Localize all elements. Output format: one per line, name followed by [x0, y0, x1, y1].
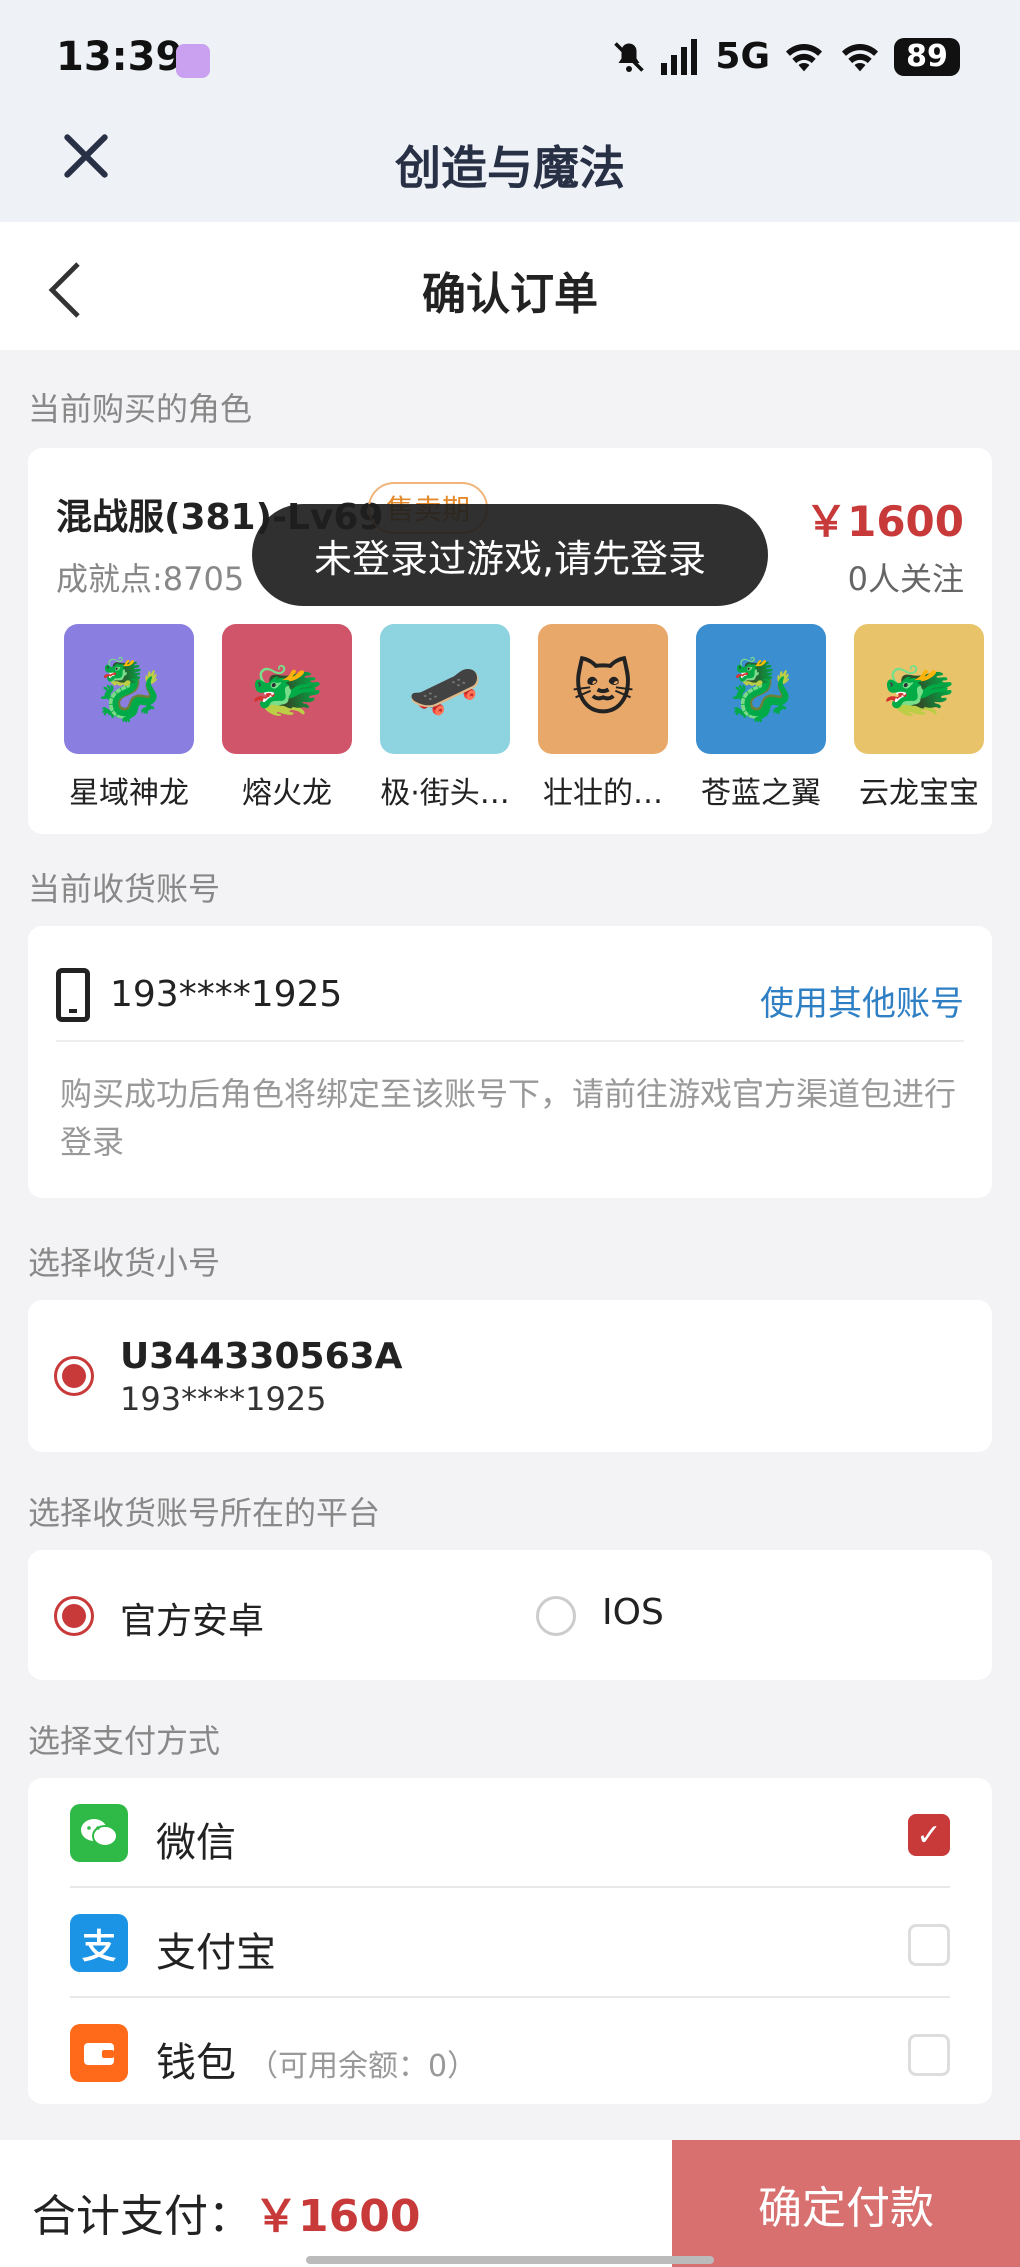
platform-ios-radio[interactable] [536, 1596, 576, 1636]
pet-item[interactable]: 🐱 壮壮的… [530, 624, 676, 812]
mute-bell-icon [614, 41, 645, 72]
account-row: 193****1925 使用其他账号 [56, 946, 964, 1042]
pet-name: 极·街头… [380, 776, 510, 811]
use-other-account-link[interactable]: 使用其他账号 [760, 976, 964, 1025]
pet-image-skateboard: 🛹 [380, 624, 510, 754]
wechat-icon [70, 1804, 128, 1862]
confirm-pay-button[interactable]: 确定付款 [672, 2140, 1020, 2267]
total-price: ￥1600 [254, 2191, 421, 2242]
sub-account-phone: 193****1925 [120, 1380, 327, 1418]
sub-account-card[interactable]: U344330563A 193****1925 [28, 1300, 992, 1452]
payment-label: 钱包 （可用余额：0） [156, 2030, 477, 2088]
app-bar: 创造与魔法 [0, 110, 1020, 222]
payment-name: 钱包 [156, 2040, 236, 2086]
pet-image-cat: 🐱 [538, 624, 668, 754]
payment-option-wallet[interactable]: 钱包 （可用余额：0） [70, 1998, 950, 2108]
home-indicator[interactable] [306, 2256, 714, 2264]
pet-image-dragon: 🐉 [64, 624, 194, 754]
payment-label: 微信 [156, 1810, 236, 1868]
login-toast: 未登录过游戏,请先登录 [252, 504, 768, 606]
platform-android-label[interactable]: 官方安卓 [120, 1592, 264, 1644]
page-title: 确认订单 [422, 269, 598, 320]
pet-image-blue-dragon: 🐉 [696, 624, 826, 754]
pet-item[interactable]: 🐲 熔火龙 [214, 624, 360, 812]
sub-account-radio[interactable] [54, 1356, 94, 1396]
account-card: 193****1925 使用其他账号 购买成功后角色将绑定至该账号下，请前往游戏… [28, 926, 992, 1198]
wallet-icon [70, 2024, 128, 2082]
pet-image-baby-dragon: 🐲 [854, 624, 984, 754]
follower-count: 0人关注 [847, 560, 964, 598]
platform-android-radio[interactable] [54, 1596, 94, 1636]
payment-name: 支付宝 [156, 1930, 276, 1976]
pet-name: 壮壮的… [543, 776, 663, 811]
bottom-bar: 合计支付： ￥1600 确定付款 [0, 2140, 1020, 2267]
pet-name: 熔火龙 [242, 776, 332, 811]
section-title-platform: 选择收货账号所在的平台 [28, 1494, 381, 1532]
network-type: 5G [715, 36, 770, 77]
wallet-balance: （可用余额：0） [248, 2049, 478, 2084]
battery-icon: 89 [894, 37, 960, 76]
pet-item[interactable]: 🐲 云龙宝宝 [846, 624, 992, 812]
pet-list: 🐉 星域神龙 🐲 熔火龙 🛹 极·街头… 🐱 壮壮的… 🐉 苍蓝之翼 🐲 云龙宝… [56, 624, 992, 812]
pet-name: 星域神龙 [69, 776, 189, 811]
section-title-payment: 选择支付方式 [28, 1722, 221, 1760]
platform-ios-label[interactable]: IOS [602, 1592, 664, 1633]
pet-image-fire-dragon: 🐲 [222, 624, 352, 754]
status-bar: 13:39 5G 89 [0, 0, 1020, 120]
account-note: 购买成功后角色将绑定至该账号下，请前往游戏官方渠道包进行登录 [60, 1075, 957, 1161]
checkbox-checked[interactable]: ✓ [908, 1814, 950, 1856]
payment-name: 微信 [156, 1820, 236, 1866]
payment-option-wechat[interactable]: 微信 ✓ [70, 1778, 950, 1888]
status-time: 13:39 [56, 34, 184, 80]
nav-bar: 确认订单 [0, 222, 1020, 350]
section-title-account: 当前收货账号 [28, 870, 221, 908]
phone-icon [56, 968, 90, 1022]
role-price: ￥1600 [805, 497, 964, 546]
sub-account-id: U344330563A [120, 1336, 403, 1377]
payment-option-alipay[interactable]: 支 支付宝 [70, 1888, 950, 1998]
pet-name: 云龙宝宝 [859, 776, 979, 811]
achievement-points: 成就点:8705 [56, 560, 245, 598]
payment-card: 微信 ✓ 支 支付宝 钱包 （可用余额：0） [28, 1778, 992, 2104]
total-label: 合计支付： [32, 2191, 252, 2242]
status-icons: 5G 89 [611, 36, 960, 77]
section-title-sub-account: 选择收货小号 [28, 1244, 221, 1282]
pet-name: 苍蓝之翼 [701, 776, 821, 811]
payment-label: 支付宝 [156, 1920, 276, 1978]
wifi-icon [786, 43, 822, 71]
platform-card: 官方安卓 IOS [28, 1550, 992, 1680]
section-title-role: 当前购买的角色 [28, 390, 253, 428]
pet-item[interactable]: 🛹 极·街头… [372, 624, 518, 812]
signal-icon [661, 38, 698, 75]
checkbox-unchecked[interactable] [908, 1924, 950, 1966]
app-title: 创造与魔法 [395, 141, 625, 195]
account-number: 193****1925 [110, 974, 343, 1015]
pet-item[interactable]: 🐉 星域神龙 [56, 624, 202, 812]
wifi-icon-2 [842, 43, 878, 71]
app-notification-icon [176, 44, 210, 78]
checkbox-unchecked[interactable] [908, 2034, 950, 2076]
alipay-icon: 支 [70, 1914, 128, 1972]
pet-item[interactable]: 🐉 苍蓝之翼 [688, 624, 834, 812]
